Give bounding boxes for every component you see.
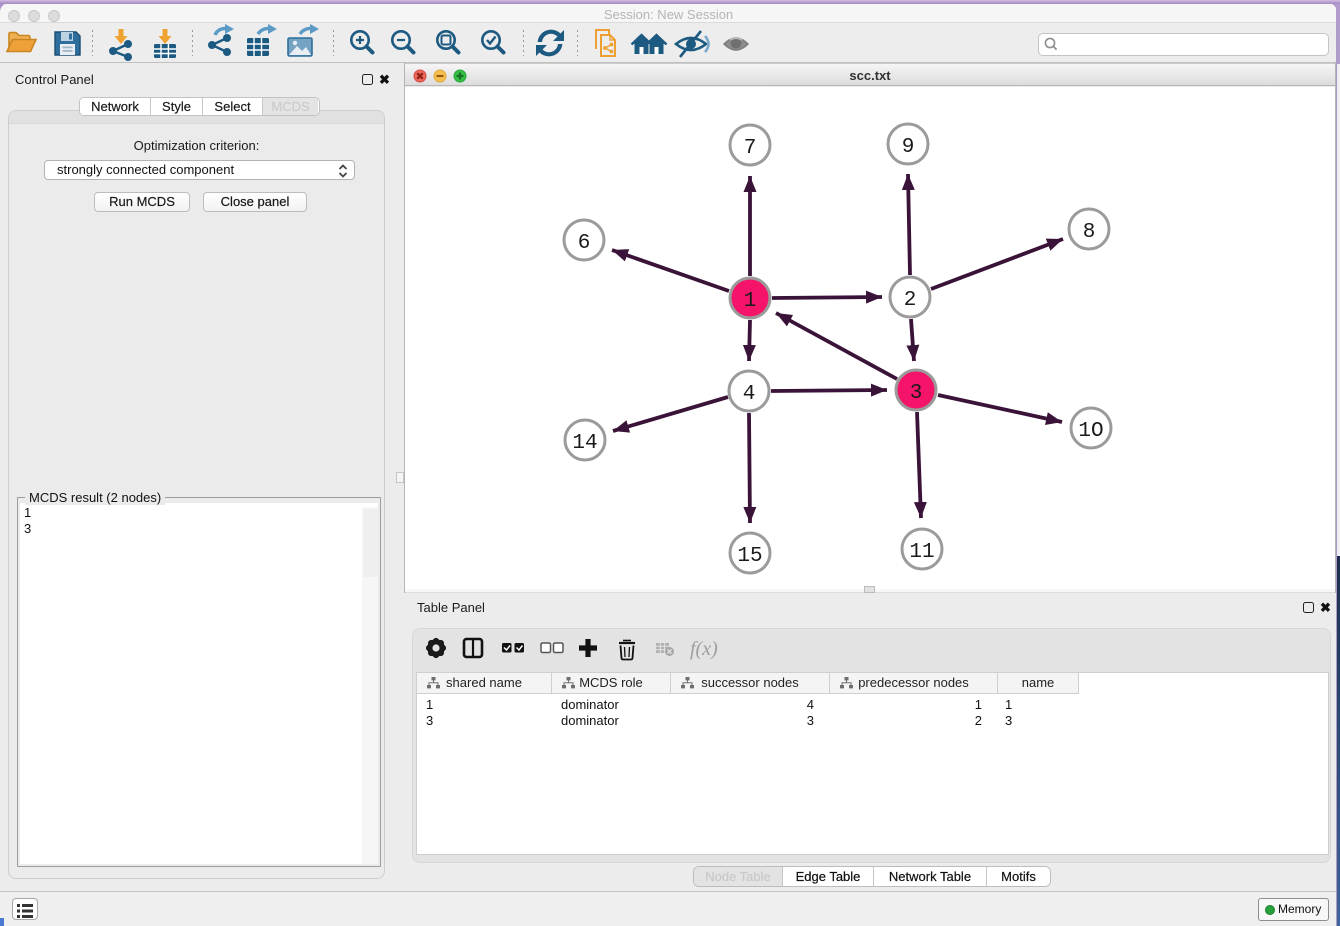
svg-text:8: 8 <box>1083 221 1096 244</box>
svg-text:14: 14 <box>572 432 597 455</box>
svg-text:2: 2 <box>904 289 917 312</box>
svg-text:1O: 1O <box>1078 420 1103 443</box>
svg-text:3: 3 <box>910 382 923 405</box>
svg-text:4: 4 <box>743 383 756 406</box>
svg-text:7: 7 <box>744 137 757 160</box>
svg-text:15: 15 <box>737 545 762 568</box>
svg-text:9: 9 <box>902 136 915 159</box>
svg-text:11: 11 <box>909 541 934 564</box>
svg-text:1: 1 <box>744 290 757 313</box>
svg-text:6: 6 <box>578 232 591 255</box>
svg-text:f(x): f(x) <box>690 638 718 660</box>
